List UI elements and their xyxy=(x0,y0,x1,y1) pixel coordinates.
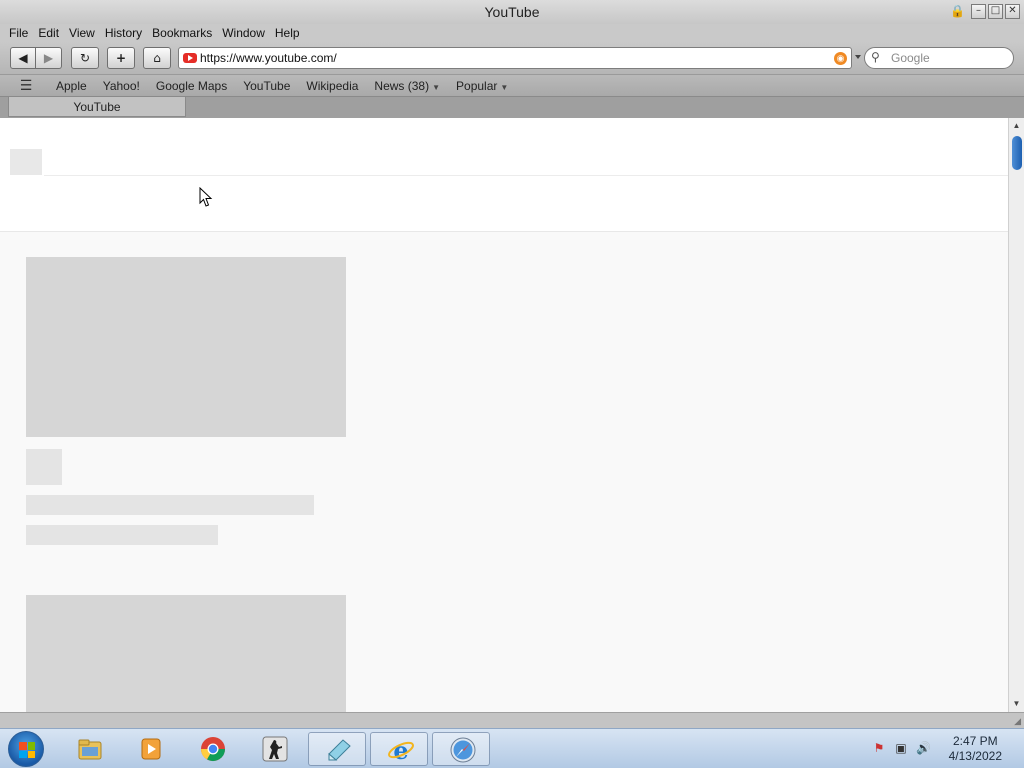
clock-time: 2:47 PM xyxy=(952,734,998,748)
bookmarks-bar: ☰ Apple Yahoo! Google Maps YouTube Wikip… xyxy=(0,74,1024,96)
video-meta-placeholder xyxy=(26,525,218,545)
address-dropdown-icon[interactable] xyxy=(855,55,861,59)
scrollbar-thumb[interactable] xyxy=(1012,136,1022,170)
add-bookmark-button[interactable]: + xyxy=(107,47,135,69)
bookmark-wikipedia[interactable]: Wikipedia xyxy=(298,79,366,93)
taskbar-media-player[interactable] xyxy=(121,732,179,766)
avatar-placeholder xyxy=(26,449,62,485)
maximize-button[interactable]: □ xyxy=(988,4,1003,19)
forward-arrow-icon: ▶ xyxy=(43,51,54,65)
menu-bookmarks[interactable]: Bookmarks xyxy=(147,26,217,40)
menu-bar: File Edit View History Bookmarks Window … xyxy=(0,24,1024,42)
chevron-down-icon: ▼ xyxy=(432,82,441,92)
video-thumbnail-placeholder xyxy=(26,257,346,437)
tab-youtube[interactable]: YouTube xyxy=(8,97,186,117)
youtube-favicon-icon xyxy=(183,53,197,63)
browser-toolbar: ◀ ▶ ↻ + ⌂ https://www.youtube.com/ ◉ ⚲ xyxy=(0,42,1024,74)
forward-button[interactable]: ▶ xyxy=(36,47,62,69)
network-icon[interactable]: ▣ xyxy=(894,741,908,755)
action-center-flag-icon[interactable]: ⚑ xyxy=(872,741,886,755)
chevron-down-icon: ▼ xyxy=(500,82,509,92)
bookmark-popular-label: Popular xyxy=(456,78,498,93)
taskbar-clock[interactable]: 2:47 PM 4/13/2022 xyxy=(949,734,1002,764)
start-button[interactable] xyxy=(8,731,44,767)
windows-logo-icon xyxy=(19,742,35,758)
tab-bar: YouTube xyxy=(0,96,1024,118)
taskbar-counter-strike[interactable] xyxy=(245,732,303,766)
menu-file[interactable]: File xyxy=(4,26,33,40)
system-tray: ⚑ ▣ 🔊 2:47 PM 4/13/2022 xyxy=(864,729,1024,768)
taskbar-notepad[interactable] xyxy=(308,732,366,766)
windows-taskbar: e ⚑ ▣ 🔊 2:47 PM 4/13/2022 xyxy=(0,728,1024,768)
back-button[interactable]: ◀ xyxy=(10,47,36,69)
menu-history[interactable]: History xyxy=(100,26,147,40)
header-divider xyxy=(44,175,1008,176)
window-titlebar: YouTube 🔒 – □ ✕ xyxy=(0,0,1024,24)
counter-strike-icon xyxy=(262,736,288,762)
clock-date: 4/13/2022 xyxy=(948,749,1002,763)
bookmark-news-label: News (38) xyxy=(374,78,430,93)
folder-icon xyxy=(78,739,102,760)
bookmark-youtube[interactable]: YouTube xyxy=(235,79,298,93)
bookmark-news-folder[interactable]: News (38) ▼ xyxy=(366,79,448,93)
bookmarks-book-icon[interactable]: ☰ xyxy=(16,78,36,94)
bookmark-google-maps[interactable]: Google Maps xyxy=(148,79,235,93)
scroll-down-arrow-icon[interactable]: ▼ xyxy=(1009,698,1024,710)
media-player-icon xyxy=(141,738,161,760)
taskbar-internet-explorer[interactable]: e xyxy=(370,732,428,766)
window-status-strip: ◢ xyxy=(0,712,1024,728)
taskbar-chrome[interactable] xyxy=(183,732,241,766)
scroll-up-arrow-icon[interactable]: ▲ xyxy=(1009,120,1024,132)
svg-text:e: e xyxy=(393,736,408,764)
close-button[interactable]: ✕ xyxy=(1005,4,1020,19)
plus-icon: + xyxy=(115,51,127,65)
safari-compass-icon xyxy=(450,737,476,763)
search-input[interactable] xyxy=(891,50,1009,66)
search-field[interactable]: ⚲ xyxy=(864,47,1014,69)
web-content[interactable] xyxy=(0,118,1008,712)
menu-window[interactable]: Window xyxy=(217,26,270,40)
taskbar-explorer[interactable] xyxy=(60,732,118,766)
volume-icon[interactable]: 🔊 xyxy=(916,741,931,755)
reload-button[interactable]: ↻ xyxy=(71,47,99,69)
bookmark-popular-folder[interactable]: Popular ▼ xyxy=(448,79,516,93)
taskbar-safari[interactable] xyxy=(432,732,490,766)
reload-icon: ↻ xyxy=(79,51,91,65)
video-title-placeholder xyxy=(26,495,314,515)
menu-view[interactable]: View xyxy=(64,26,100,40)
chrome-icon xyxy=(201,737,225,762)
window-controls: 🔒 – □ ✕ xyxy=(950,4,1020,19)
vertical-scrollbar[interactable]: ▲ ▼ xyxy=(1008,118,1024,712)
resize-grip-icon[interactable]: ◢ xyxy=(1014,716,1021,727)
menu-help[interactable]: Help xyxy=(270,26,305,40)
address-bar[interactable]: https://www.youtube.com/ ◉ xyxy=(178,47,852,69)
bookmark-apple[interactable]: Apple xyxy=(48,79,95,93)
home-icon: ⌂ xyxy=(153,51,161,65)
back-arrow-icon: ◀ xyxy=(18,51,28,65)
lock-icon: 🔒 xyxy=(950,4,965,18)
window-title: YouTube xyxy=(484,4,540,20)
rss-icon[interactable]: ◉ xyxy=(834,52,847,65)
minimize-button[interactable]: – xyxy=(971,4,986,19)
logo-placeholder xyxy=(10,149,42,175)
youtube-header-skeleton xyxy=(0,118,1008,232)
menu-edit[interactable]: Edit xyxy=(33,26,64,40)
search-icon: ⚲ xyxy=(871,50,880,64)
bookmark-yahoo[interactable]: Yahoo! xyxy=(95,79,148,93)
notepad-icon xyxy=(328,739,351,761)
home-button[interactable]: ⌂ xyxy=(143,47,171,69)
address-url[interactable]: https://www.youtube.com/ xyxy=(200,51,337,65)
internet-explorer-icon: e xyxy=(388,736,414,764)
video-thumbnail-placeholder xyxy=(26,595,346,712)
